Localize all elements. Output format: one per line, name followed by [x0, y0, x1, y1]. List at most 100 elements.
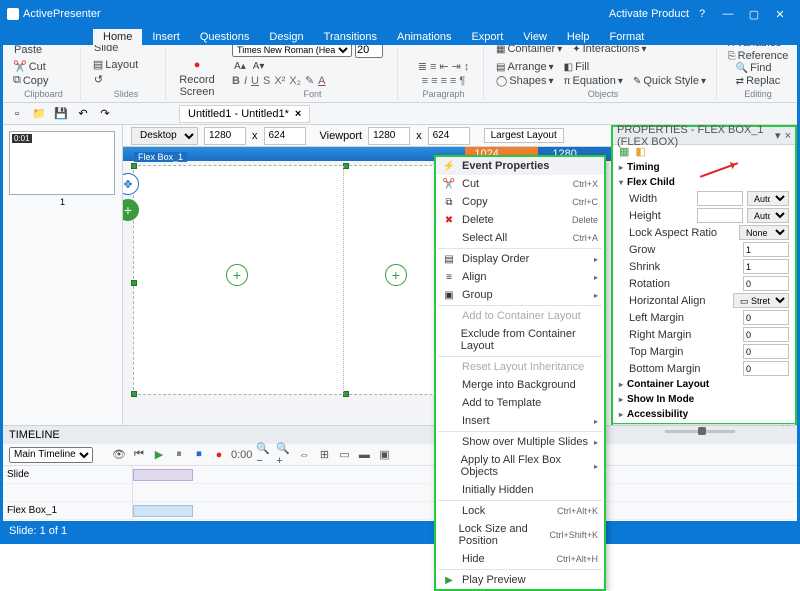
zoom-out-timeline-icon[interactable]: 🔍− [256, 447, 272, 463]
left-margin-input[interactable] [743, 310, 789, 325]
text-direction-icon[interactable]: ¶ [459, 75, 465, 87]
justify-icon[interactable]: ≡ [450, 75, 456, 87]
tab-insert[interactable]: Insert [142, 29, 190, 45]
tool-icon[interactable]: ▬ [356, 447, 372, 463]
superscript-icon[interactable]: X² [274, 75, 285, 87]
section-show-in-mode[interactable]: Show In Mode [619, 392, 789, 407]
width-mode-select[interactable]: Auto [747, 191, 789, 206]
context-item[interactable]: Show over Multiple Slides▸ [436, 433, 604, 451]
context-item[interactable]: Apply to All Flex Box Objects▸ [436, 451, 604, 481]
context-item[interactable]: Insert▸ [436, 412, 604, 430]
align-center-icon[interactable]: ≡ [431, 75, 437, 87]
height-input[interactable] [697, 208, 743, 223]
height-mode-select[interactable]: Auto [747, 208, 789, 223]
add-cell-icon[interactable]: + [385, 264, 407, 286]
panel-menu-icon[interactable]: ▾ [775, 129, 781, 142]
track-label[interactable] [3, 484, 132, 502]
eye-icon[interactable]: 👁 [111, 447, 127, 463]
find-button[interactable]: 🔍 Find [734, 62, 774, 74]
maximize-icon[interactable]: ▢ [741, 8, 767, 21]
outdent-icon[interactable]: ⇤ [439, 60, 448, 73]
zoom-in-timeline-icon[interactable]: 🔍+ [276, 447, 292, 463]
play-icon[interactable]: ▶ [151, 447, 167, 463]
font-family-select[interactable]: Times New Roman (Head [232, 45, 352, 57]
rotation-input[interactable] [743, 276, 789, 291]
highlight-icon[interactable]: ✎ [305, 74, 314, 87]
copy-button[interactable]: ⧉Copy [11, 74, 51, 87]
context-item[interactable]: ✖DeleteDelete [436, 211, 604, 229]
slide-thumbnail[interactable]: 0:01 [9, 131, 115, 195]
tool-icon[interactable]: ▣ [376, 447, 392, 463]
arrange-button[interactable]: ▤ Arrange ▾ [494, 61, 556, 73]
bold-icon[interactable]: B [232, 75, 240, 87]
top-margin-input[interactable] [743, 344, 789, 359]
halign-select[interactable]: ▭ Stretch [733, 293, 789, 308]
line-spacing-icon[interactable]: ↕ [464, 61, 470, 73]
close-tab-icon[interactable]: × [295, 108, 301, 120]
shapes-button[interactable]: ◯ Shapes ▾ [494, 75, 556, 87]
shrink-input[interactable] [743, 259, 789, 274]
tab-export[interactable]: Export [461, 29, 513, 45]
canvas-height-input[interactable] [264, 127, 306, 145]
undo-icon[interactable]: ↶ [75, 106, 91, 122]
panel-close-icon[interactable]: × [785, 130, 791, 142]
variables-button[interactable]: X Variables [726, 45, 784, 49]
document-tab[interactable]: Untitled1 - Untitled1* × [179, 105, 310, 123]
timeline-main-select[interactable]: Main Timeline [9, 447, 93, 463]
underline-icon[interactable]: U [251, 75, 259, 87]
bottom-margin-input[interactable] [743, 361, 789, 376]
record-timeline-icon[interactable]: ● [211, 447, 227, 463]
subscript-icon[interactable]: X₂ [289, 75, 301, 87]
context-item[interactable]: Merge into Background [436, 376, 604, 394]
minimize-icon[interactable]: — [715, 8, 741, 20]
pause-icon[interactable]: ⏸ [171, 447, 187, 463]
context-item[interactable]: ▶Play Preview [436, 571, 604, 589]
replace-button[interactable]: ⇄ Replac [734, 75, 783, 87]
stop-icon[interactable]: ⏹ [191, 447, 207, 463]
width-input[interactable] [697, 191, 743, 206]
tab-design[interactable]: Design [259, 29, 313, 45]
add-cell-icon[interactable]: + [226, 264, 248, 286]
numbering-icon[interactable]: ≡ [430, 61, 436, 73]
slide-duration-bar[interactable] [133, 469, 193, 481]
quick-style-button[interactable]: ✎ Quick Style ▾ [631, 75, 708, 87]
tab-home[interactable]: Home [93, 29, 142, 45]
equation-button[interactable]: π Equation ▾ [562, 75, 625, 87]
align-right-icon[interactable]: ≡ [441, 75, 447, 87]
context-item[interactable]: Add to Template [436, 394, 604, 412]
activate-product-link[interactable]: Activate Product [609, 8, 689, 20]
section-flex-child[interactable]: Flex Child [619, 175, 789, 190]
shrink-font-icon[interactable]: A▾ [251, 61, 267, 72]
flexbox-duration-bar[interactable] [133, 505, 193, 517]
largest-layout-button[interactable]: Largest Layout [484, 128, 564, 143]
tab-view[interactable]: View [513, 29, 557, 45]
tab-format[interactable]: Format [600, 29, 655, 45]
close-icon[interactable]: ✕ [767, 8, 793, 21]
context-item[interactable]: ✂️CutCtrl+X [436, 175, 604, 193]
reset-slide-button[interactable]: ↺ [91, 72, 140, 87]
grow-input[interactable] [743, 242, 789, 257]
tab-animations[interactable]: Animations [387, 29, 461, 45]
zoom-slider[interactable] [665, 430, 735, 433]
paste-button[interactable]: 📋Paste [11, 45, 45, 57]
font-color-icon[interactable]: A [318, 75, 325, 87]
goto-start-icon[interactable]: ⏮ [131, 447, 147, 463]
tab-questions[interactable]: Questions [190, 29, 260, 45]
help-icon[interactable]: ? [689, 8, 715, 20]
new-slide-button[interactable]: ▦New Slide [91, 45, 121, 55]
section-timing[interactable]: Timing [619, 160, 789, 175]
new-file-icon[interactable]: ▫ [9, 106, 25, 122]
zoom-fit-timeline-icon[interactable]: ⇔ [296, 447, 312, 463]
reference-button[interactable]: ⎘ Reference [726, 50, 791, 62]
track-label[interactable]: Slide [3, 466, 132, 484]
cut-button[interactable]: ✂️Cut [11, 60, 51, 73]
prop-tab-size-icon[interactable]: ◧ [635, 145, 645, 158]
layout-button[interactable]: ▤Layout [91, 58, 140, 71]
lock-aspect-select[interactable]: None [739, 225, 789, 240]
record-screen-button[interactable]: ●Record Screen [176, 56, 217, 99]
grow-font-icon[interactable]: A▴ [232, 61, 248, 72]
indent-icon[interactable]: ⇥ [452, 60, 461, 73]
tool-icon[interactable]: ▭ [336, 447, 352, 463]
font-size-input[interactable] [355, 45, 383, 58]
section-accessibility[interactable]: Accessibility [619, 407, 789, 422]
